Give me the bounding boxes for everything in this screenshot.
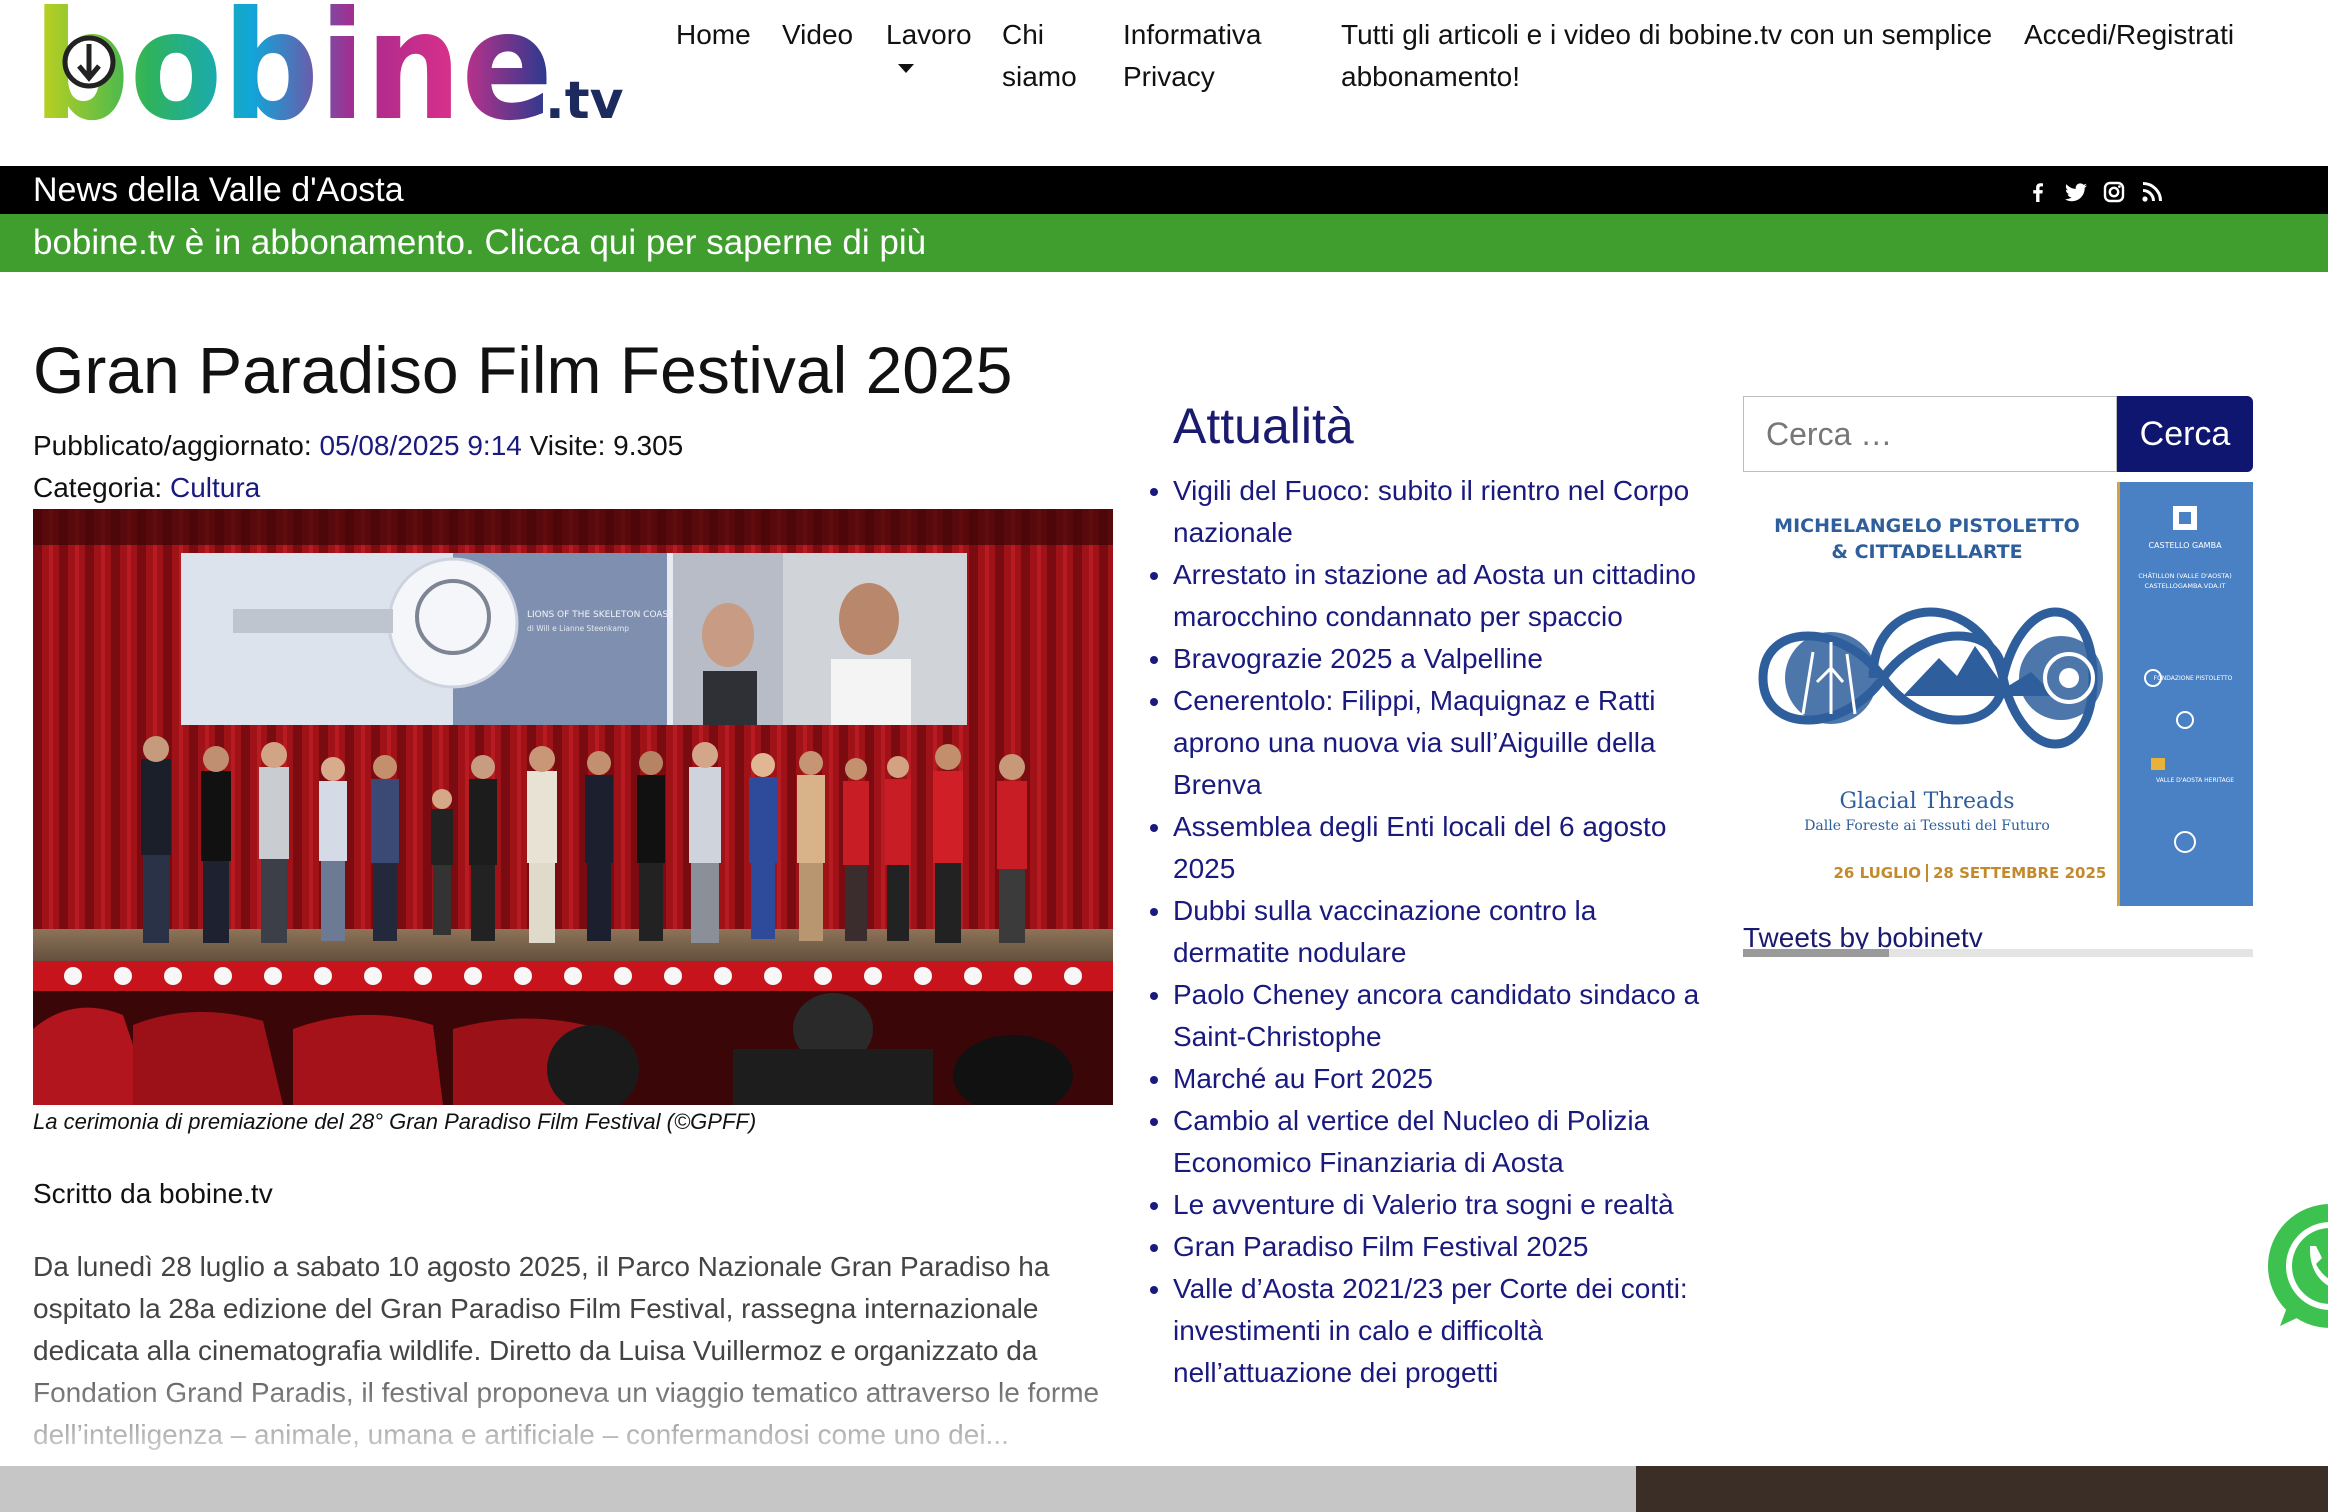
screen-caption-title: LIONS OF THE SKELETON COAST bbox=[527, 610, 674, 620]
subscription-banner[interactable]: bobine.tv è in abbonamento. Clicca qui p… bbox=[0, 214, 2328, 272]
nav-informativa-privacy[interactable]: Informativa Privacy bbox=[1123, 14, 1283, 98]
subscription-banner-link[interactable]: bobine.tv è in abbonamento. Clicca qui p… bbox=[33, 220, 926, 266]
attualita-item[interactable]: Cenerentolo: Filippi, Maquignaz e Ratti … bbox=[1173, 680, 1713, 806]
exhibition-ad-banner[interactable]: MICHELANGELO PISTOLETTO & CITTADELLARTE … bbox=[1743, 482, 2253, 906]
attualita-item[interactable]: Gran Paradiso Film Festival 2025 bbox=[1173, 1226, 1713, 1268]
article-author: Scritto da bobine.tv bbox=[33, 1178, 273, 1209]
attualita-item[interactable]: Dubbi sulla vaccinazione contro la derma… bbox=[1173, 890, 1713, 974]
nav-accedi[interactable]: Accedi/Registrati bbox=[2024, 14, 2234, 56]
twitter-icon[interactable] bbox=[2064, 180, 2088, 204]
attualita-item[interactable]: Vigili del Fuoco: subito il rientro nel … bbox=[1173, 470, 1713, 554]
attualita-item[interactable]: Marché au Fort 2025 bbox=[1173, 1058, 1713, 1100]
attualita-item[interactable]: Assemblea degli Enti locali del 6 agosto… bbox=[1173, 806, 1713, 890]
attualita-item[interactable]: Paolo Cheney ancora candidato sindaco a … bbox=[1173, 974, 1713, 1058]
attualita-list: Vigili del Fuoco: subito il rientro nel … bbox=[1148, 470, 1713, 1394]
nav-lavoro-label: Lavoro bbox=[886, 19, 972, 50]
nav-abbonamento[interactable]: Tutti gli articoli e i video di bobine.t… bbox=[1341, 14, 2001, 98]
ad-side-regione: VALLE D'AOSTA HERITAGE bbox=[2156, 777, 2234, 784]
article-excerpt: Da lunedì 28 luglio a sabato 10 agosto 2… bbox=[33, 1251, 1100, 1450]
ad-date-start: 26 LUGLIO bbox=[1833, 864, 1921, 882]
article-meta-published: Pubblicato/aggiornato: 05/08/2025 9:14 V… bbox=[33, 426, 683, 466]
category-link[interactable]: Cultura bbox=[170, 472, 260, 503]
ad-title: Glacial Threads bbox=[1839, 789, 2014, 814]
news-bar: News della Valle d'Aosta bbox=[0, 166, 2328, 214]
glacial-threads-ad: MICHELANGELO PISTOLETTO & CITTADELLARTE … bbox=[1743, 482, 2253, 906]
award-ceremony-photo: LIONS OF THE SKELETON COAST di Will e Li… bbox=[33, 509, 1113, 1105]
attualita-item[interactable]: Valle d’Aosta 2021/23 per Corte dei cont… bbox=[1173, 1268, 1713, 1394]
loader-progress bbox=[1743, 949, 1889, 957]
article-meta-category: Categoria: Cultura bbox=[33, 468, 260, 508]
attualita-title[interactable]: Attualità bbox=[1173, 394, 1354, 458]
nav-home[interactable]: Home bbox=[676, 14, 751, 56]
photo-caption: La cerimonia di premiazione del 28° Gran… bbox=[33, 1109, 757, 1134]
ad-subtitle: Dalle Foreste ai Tessuti del Futuro bbox=[1804, 818, 2050, 834]
visits-label: Visite: bbox=[529, 430, 606, 461]
site-tagline: News della Valle d'Aosta bbox=[33, 171, 404, 209]
main-nav: Home Video Lavoro Chi siamo Informativa … bbox=[0, 14, 2328, 114]
published-label: Pubblicato/aggiornato: bbox=[33, 430, 312, 461]
twitter-timeline-loader bbox=[1743, 949, 2253, 957]
category-label: Categoria: bbox=[33, 472, 163, 503]
attualita-item[interactable]: Cambio al vertice del Nucleo di Polizia … bbox=[1173, 1100, 1713, 1184]
ad-side-fondazione: FONDAZIONE PISTOLETTO bbox=[2154, 675, 2233, 682]
nav-chi-siamo[interactable]: Chi siamo bbox=[1002, 14, 1077, 98]
screen-caption-subtitle: di Will e Lianne Steenkamp bbox=[527, 624, 629, 633]
instagram-icon[interactable] bbox=[2102, 180, 2126, 204]
whatsapp-icon[interactable] bbox=[2240, 1186, 2328, 1346]
visits-count: 9.305 bbox=[613, 430, 684, 461]
site-header: bobine .tv Home Video Lavoro Chi siamo I… bbox=[0, 0, 2328, 166]
attualita-item[interactable]: Bravograzie 2025 a Valpelline bbox=[1173, 638, 1713, 680]
ad-side-site: CASTELLOGAMBA.VDA.IT bbox=[2145, 582, 2226, 590]
search-button[interactable]: Cerca bbox=[2117, 396, 2253, 472]
chevron-down-icon bbox=[898, 64, 914, 73]
ad-side-place: CHÂTILLON (VALLE D'AOSTA) bbox=[2138, 571, 2232, 580]
bottom-panel-image bbox=[1636, 1466, 2328, 1512]
ad-headline-line1: MICHELANGELO PISTOLETTO bbox=[1774, 515, 2080, 537]
facebook-icon[interactable] bbox=[2026, 180, 2050, 204]
ad-headline-line2: & CITTADELLARTE bbox=[1831, 541, 2022, 563]
published-date-link[interactable]: 05/08/2025 9:14 bbox=[319, 430, 521, 461]
ad-date-end: 28 SETTEMBRE 2025 bbox=[1933, 864, 2106, 882]
social-links bbox=[2026, 180, 2164, 204]
attualita-item[interactable]: Le avventure di Valerio tra sogni e real… bbox=[1173, 1184, 1713, 1226]
search-input[interactable] bbox=[1743, 396, 2117, 472]
rss-icon[interactable] bbox=[2140, 180, 2164, 204]
article-photo[interactable]: LIONS OF THE SKELETON COAST di Will e Li… bbox=[33, 509, 1113, 1105]
nav-lavoro[interactable]: Lavoro bbox=[886, 14, 972, 73]
ad-side-castello: CASTELLO GAMBA bbox=[2148, 541, 2222, 550]
attualita-item[interactable]: Arrestato in stazione ad Aosta un cittad… bbox=[1173, 554, 1713, 638]
nav-video[interactable]: Video bbox=[782, 14, 853, 56]
article-title[interactable]: Gran Paradiso Film Festival 2025 bbox=[33, 328, 1012, 412]
